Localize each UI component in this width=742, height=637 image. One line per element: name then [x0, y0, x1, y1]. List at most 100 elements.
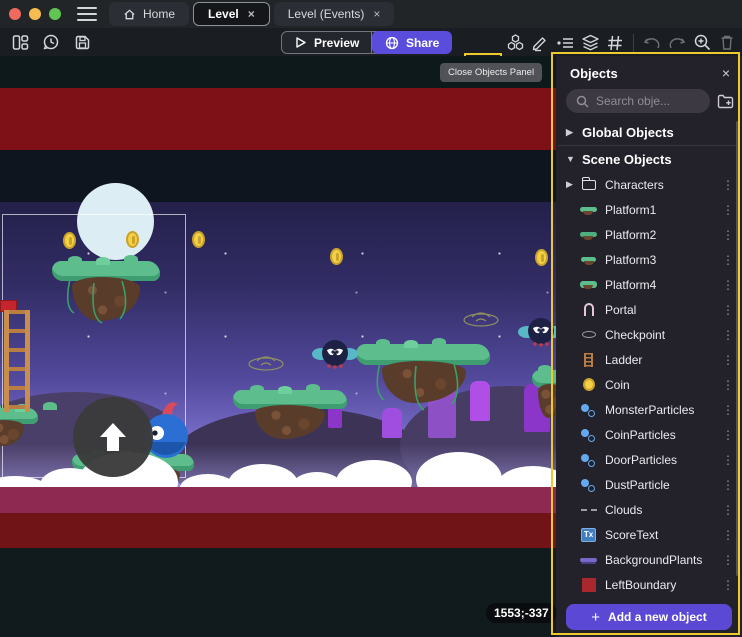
cursor-coordinates-badge: 1553;-337 [486, 603, 556, 623]
trash-icon[interactable] [717, 33, 737, 53]
object-row-monsterparticles[interactable]: MonsterParticles⋮ [556, 397, 742, 422]
platform-object[interactable] [356, 344, 490, 456]
tab-level-events[interactable]: Level (Events) × [274, 2, 395, 26]
object-menu-icon[interactable]: ⋮ [722, 553, 734, 567]
object-name-label: DoorParticles [605, 453, 677, 467]
object-row-doorparticles[interactable]: DoorParticles ⋮ [556, 447, 742, 472]
object-menu-icon[interactable]: ⋮ [722, 178, 734, 192]
coinparticles-thumbnail-icon [580, 426, 597, 443]
save-icon[interactable] [72, 32, 92, 52]
properties-list-icon[interactable] [555, 33, 575, 53]
tab-level[interactable]: Level × [193, 2, 270, 26]
history-clock-icon[interactable] [41, 32, 61, 52]
object-name-label: Checkpoint [605, 328, 665, 342]
object-menu-icon[interactable]: ⋮ [722, 253, 734, 267]
object-menu-icon[interactable]: ⋮ [722, 278, 734, 292]
object-menu-icon[interactable]: ⋮ [722, 528, 734, 542]
object-row-leftboundary[interactable]: LeftBoundary⋮ [556, 572, 742, 596]
tab-close-icon[interactable]: × [248, 7, 255, 21]
platform-object[interactable] [52, 261, 160, 386]
object-row-characters[interactable]: ▶Characters⋮ [556, 172, 742, 197]
tab-label: Level [208, 7, 239, 21]
object-row-coinparticles[interactable]: CoinParticles ⋮ [556, 422, 742, 447]
ladder-object[interactable] [4, 310, 30, 412]
coin-object[interactable] [330, 248, 343, 265]
top-red-boundary [0, 88, 556, 150]
share-button[interactable]: Share [372, 31, 452, 54]
object-menu-icon[interactable]: ⋮ [722, 228, 734, 242]
object-menu-icon[interactable]: ⋮ [722, 578, 734, 592]
object-row-backgroundplants[interactable]: BackgroundPlants ⋮ [556, 547, 742, 572]
leftboundary-thumbnail-icon [580, 576, 597, 593]
global-objects-section[interactable]: ▶ Global Objects [556, 119, 742, 145]
close-objects-panel-icon[interactable]: × [722, 65, 730, 81]
close-objects-panel-tooltip: Close Objects Panel [440, 63, 542, 82]
object-name-label: Clouds [605, 503, 642, 517]
grid-icon[interactable] [605, 33, 625, 53]
checkpoint-outline[interactable] [461, 308, 501, 328]
undo-icon[interactable] [642, 33, 662, 53]
monster-object[interactable] [516, 314, 556, 354]
object-row-platform2[interactable]: Platform2⋮ [556, 222, 742, 247]
object-row-platform1[interactable]: Platform1⋮ [556, 197, 742, 222]
add-new-object-button[interactable]: + Add a new object [566, 604, 732, 630]
pencil-edit-icon[interactable] [530, 33, 550, 53]
coin-object[interactable] [63, 232, 76, 249]
layers-icon[interactable] [580, 33, 600, 53]
coin-object[interactable] [535, 249, 548, 266]
object-name-label: BackgroundPlants [605, 553, 702, 567]
toolbar-separator [633, 34, 634, 52]
object-name-label: DustParticle [605, 478, 670, 492]
object-menu-icon[interactable]: ⋮ [722, 328, 734, 342]
object-menu-icon[interactable]: ⋮ [722, 353, 734, 367]
collapsed-triangle-icon[interactable]: ▶ [566, 179, 574, 190]
object-menu-icon[interactable]: ⋮ [722, 428, 734, 442]
object-name-label: CoinParticles [605, 428, 676, 442]
platform1-thumbnail-icon [580, 201, 597, 218]
object-menu-icon[interactable]: ⋮ [722, 478, 734, 492]
object-row-scoretext[interactable]: TxScoreText⋮ [556, 522, 742, 547]
panels-layout-icon[interactable] [10, 32, 30, 52]
minimize-window-button[interactable] [29, 8, 41, 20]
monster-object[interactable] [310, 336, 360, 376]
object-row-coin[interactable]: Coin⋮ [556, 372, 742, 397]
object-menu-icon[interactable]: ⋮ [722, 503, 734, 517]
object-row-platform4[interactable]: Platform4⋮ [556, 272, 742, 297]
object-row-portal[interactable]: Portal⋮ [556, 297, 742, 322]
platform-object[interactable] [233, 390, 347, 460]
tab-home[interactable]: Home [109, 2, 189, 26]
object-name-label: Ladder [605, 353, 642, 367]
scene-outer-bottom [0, 548, 556, 637]
add-folder-icon[interactable] [717, 94, 734, 109]
object-menu-icon[interactable]: ⋮ [722, 453, 734, 467]
maximize-window-button[interactable] [49, 8, 61, 20]
panel-scrollbar[interactable] [736, 121, 739, 576]
instances-group-icon[interactable] [505, 33, 525, 53]
scene-editor-canvas[interactable]: 1553;-337 [0, 56, 556, 637]
object-row-dustparticle[interactable]: DustParticle ⋮ [556, 472, 742, 497]
object-menu-icon[interactable]: ⋮ [722, 403, 734, 417]
coin-object[interactable] [126, 231, 139, 248]
dustparticle-thumbnail-icon [580, 476, 597, 493]
object-row-platform3[interactable]: Platform3⋮ [556, 247, 742, 272]
preview-button[interactable]: Preview [282, 36, 371, 50]
tab-close-icon[interactable]: × [373, 7, 380, 21]
object-menu-icon[interactable]: ⋮ [722, 378, 734, 392]
platform-object[interactable] [532, 370, 556, 440]
object-row-ladder[interactable]: Ladder ⋮ [556, 347, 742, 372]
zoom-in-icon[interactable] [692, 33, 712, 53]
section-label: Global Objects [582, 125, 674, 140]
scene-objects-section[interactable]: ▼ Scene Objects [556, 146, 742, 172]
checkpoint-outline[interactable] [246, 352, 286, 372]
object-row-clouds[interactable]: Clouds ⋮ [556, 497, 742, 522]
redo-icon[interactable] [667, 33, 687, 53]
object-row-checkpoint[interactable]: Checkpoint ⋮ [556, 322, 742, 347]
object-menu-icon[interactable]: ⋮ [722, 303, 734, 317]
search-input[interactable]: Search obje... [566, 89, 710, 113]
platform-object[interactable] [0, 408, 38, 468]
main-menu-icon[interactable] [77, 7, 97, 21]
coin-object[interactable] [192, 231, 205, 248]
up-arrow-control-object[interactable] [73, 397, 153, 477]
close-window-button[interactable] [9, 8, 21, 20]
object-menu-icon[interactable]: ⋮ [722, 203, 734, 217]
